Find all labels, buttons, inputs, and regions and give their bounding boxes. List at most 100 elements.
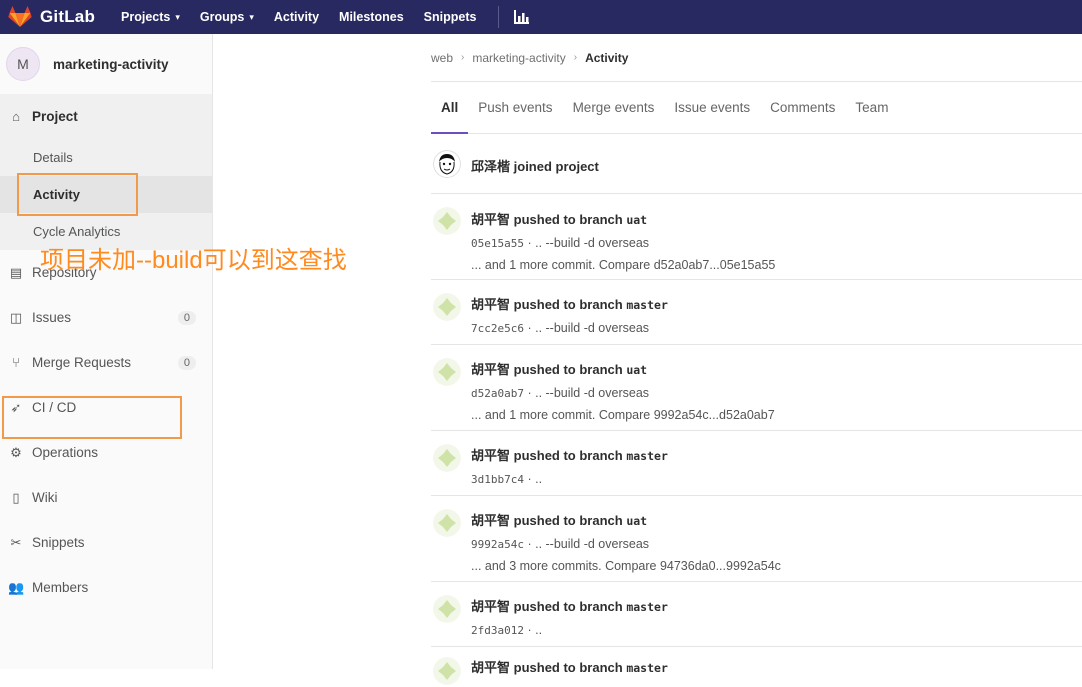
commit-line: 3d1bb7c4 · ..: [471, 472, 1082, 486]
annotation-note: 项目未加--build可以到这查找: [40, 247, 347, 274]
nav-snippets[interactable]: Snippets: [424, 10, 477, 24]
project-name: marketing-activity: [53, 56, 169, 72]
tab-all[interactable]: All: [431, 82, 469, 134]
commit-sha[interactable]: 3d1bb7c4: [471, 473, 524, 486]
identicon-avatar[interactable]: [433, 207, 461, 235]
sidebar-item-label: Project: [32, 109, 78, 124]
compare-line[interactable]: ... and 3 more commits. Compare 94736da0…: [471, 559, 1082, 573]
project-header[interactable]: M marketing-activity: [0, 34, 212, 94]
commit-sha[interactable]: d52a0ab7: [471, 387, 524, 400]
tab-comments[interactable]: Comments: [760, 82, 845, 133]
event-title: 胡平智 pushed to branch uat: [471, 359, 1082, 378]
project-sidebar: M marketing-activity ⌂ Project Details A…: [0, 34, 213, 669]
gitlab-logo[interactable]: GitLab: [8, 6, 95, 28]
sidebar-item-project[interactable]: ⌂ Project: [0, 94, 212, 139]
event-author[interactable]: 胡平智: [471, 599, 510, 614]
merge-request-icon: ⑂: [12, 355, 20, 370]
sidebar-item-label: Snippets: [32, 535, 85, 550]
sidebar-item-label: Operations: [32, 445, 99, 460]
chevron-right-icon: ›: [573, 52, 578, 63]
event-author[interactable]: 胡平智: [471, 448, 510, 463]
sidebar-item-members[interactable]: 👥 Members: [0, 565, 212, 610]
branch-link[interactable]: master: [626, 661, 668, 675]
nav-groups[interactable]: Groups ▾: [200, 10, 254, 24]
sidebar-item-wiki[interactable]: ▯ Wiki: [0, 475, 212, 520]
event-author[interactable]: 胡平智: [471, 212, 510, 227]
chevron-right-icon: ›: [461, 52, 465, 63]
commit-sha[interactable]: 05e15a55: [471, 237, 524, 250]
identicon-avatar[interactable]: [433, 657, 461, 685]
identicon-avatar[interactable]: [433, 293, 461, 321]
event-author[interactable]: 胡平智: [471, 297, 510, 312]
commit-sha[interactable]: 7cc2e5c6: [471, 322, 524, 335]
nav-snippets-label: Snippets: [423, 10, 477, 24]
home-icon: ⌂: [12, 109, 20, 124]
event-author[interactable]: 胡平智: [471, 513, 510, 528]
identicon-avatar[interactable]: [433, 509, 461, 537]
issues-count-badge: 0: [177, 310, 196, 325]
event-action: joined project: [513, 159, 599, 174]
event-title: 胡平智 pushed to branch master: [471, 294, 1082, 313]
breadcrumb: web › marketing-activity › Activity: [431, 34, 1082, 82]
event-action: pushed to branch: [513, 297, 623, 312]
event-action: pushed to branch: [513, 448, 623, 463]
activity-highlight-box: [17, 173, 138, 216]
sidebar-item-label: Issues: [32, 310, 72, 325]
identicon-avatar[interactable]: [433, 444, 461, 472]
operations-icon: ⚙: [10, 444, 22, 460]
identicon-avatar[interactable]: [433, 358, 461, 386]
branch-link[interactable]: uat: [626, 363, 647, 377]
commit-message: · .. --build -d overseas: [523, 386, 650, 400]
event-title: 胡平智 pushed to branch master: [471, 445, 1082, 464]
commit-message: · .. --build -d overseas: [523, 537, 650, 551]
tab-issue-events[interactable]: Issue events: [664, 82, 760, 133]
event-title: 邱泽楷 joined project: [471, 156, 1082, 175]
event-author[interactable]: 胡平智: [471, 362, 510, 377]
event-author[interactable]: 邱泽楷: [471, 159, 510, 174]
nav-activity-label: Activity: [273, 10, 320, 24]
nav-activity[interactable]: Activity: [274, 10, 319, 24]
commit-sha[interactable]: 2fd3a012: [471, 624, 524, 637]
tab-team[interactable]: Team: [845, 82, 898, 133]
nav-projects[interactable]: Projects ▾: [121, 10, 180, 24]
main-content: web › marketing-activity › Activity All …: [431, 34, 1082, 687]
sidebar-subitem-details[interactable]: Details: [0, 139, 212, 176]
ci-cd-highlight-box: [2, 396, 182, 439]
sidebar-item-snippets[interactable]: ✂ Snippets: [0, 520, 212, 565]
bar-chart-icon[interactable]: [513, 10, 530, 24]
issues-icon: ◫: [9, 309, 23, 325]
commit-message: · ..: [523, 623, 543, 637]
top-navbar: GitLab Projects ▾ Groups ▾ Activity Milest…: [0, 0, 1082, 34]
commit-message: · ..: [523, 472, 543, 486]
members-icon: 👥: [8, 579, 25, 595]
breadcrumb-item[interactable]: marketing-activity: [472, 51, 565, 65]
breadcrumb-item[interactable]: web: [431, 51, 453, 65]
tab-push-events[interactable]: Push events: [468, 82, 562, 133]
nav-groups-label: Groups: [199, 10, 245, 24]
commit-line: d52a0ab7 · .. --build -d overseas: [471, 386, 1082, 400]
event-item: 胡平智 pushed to branch uat 05e15a55 · .. -…: [431, 194, 1082, 280]
compare-line[interactable]: ... and 1 more commit. Compare 9992a54c.…: [471, 408, 1082, 422]
brand-name: GitLab: [40, 7, 96, 26]
commit-sha[interactable]: 9992a54c: [471, 538, 524, 551]
event-item: 胡平智 pushed to branch master 2fd3a012 · .…: [431, 582, 1082, 647]
tab-merge-events[interactable]: Merge events: [563, 82, 665, 133]
event-item: 胡平智 pushed to branch uat d52a0ab7 · .. -…: [431, 345, 1082, 431]
branch-link[interactable]: uat: [626, 213, 647, 227]
sidebar-item-issues[interactable]: ◫ Issues 0: [0, 295, 212, 340]
branch-link[interactable]: master: [626, 449, 668, 463]
branch-link[interactable]: uat: [626, 514, 647, 528]
gitlab-fox-icon: [8, 6, 32, 27]
nav-milestones[interactable]: Milestones: [339, 10, 404, 24]
chevron-down-icon: ▾: [175, 11, 180, 22]
compare-line[interactable]: ... and 1 more commit. Compare d52a0ab7.…: [471, 258, 1082, 272]
sidebar-item-merge-requests[interactable]: ⑂ Merge Requests 0: [0, 340, 212, 385]
event-author[interactable]: 胡平智: [471, 660, 510, 675]
snippets-icon: ✂: [10, 534, 22, 550]
branch-link[interactable]: master: [626, 600, 668, 614]
breadcrumb-current[interactable]: Activity: [585, 51, 628, 65]
event-item: 邱泽楷 joined project: [431, 134, 1082, 194]
identicon-avatar[interactable]: [433, 595, 461, 623]
user-avatar[interactable]: [433, 150, 461, 178]
branch-link[interactable]: master: [626, 298, 668, 312]
